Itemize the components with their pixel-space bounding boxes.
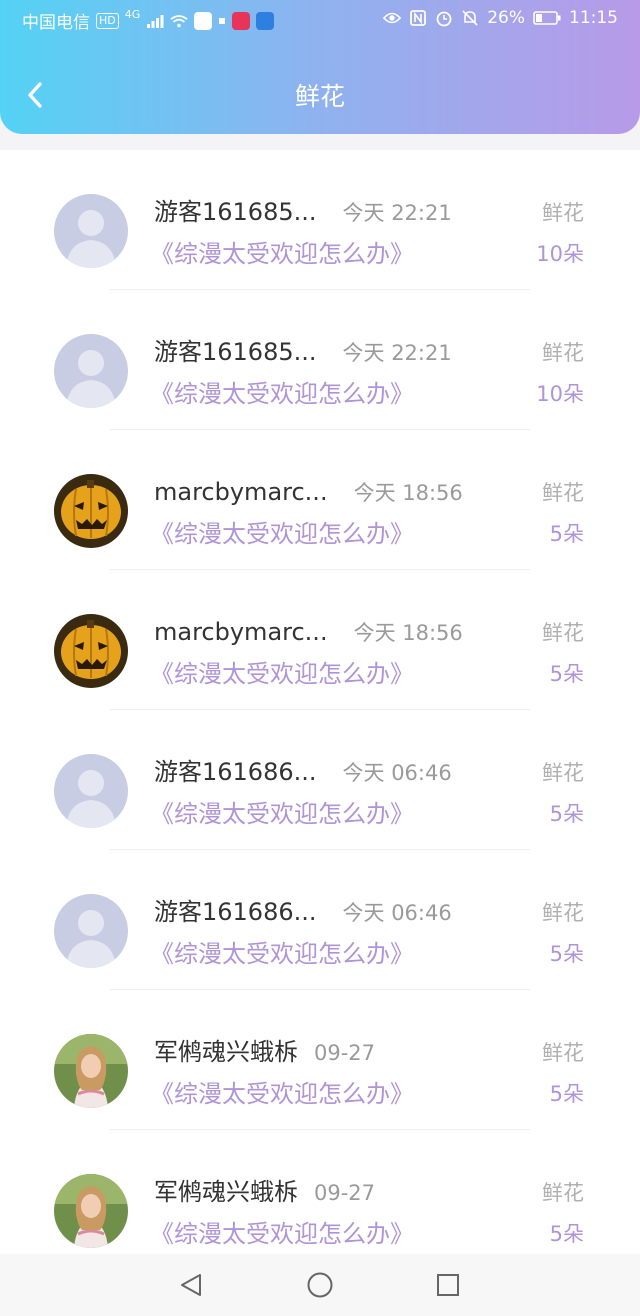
sender-name: marcbymarc... 今天 18:56 (154, 474, 463, 511)
gift-count: 10朵 (536, 382, 584, 406)
gift-count: 5朵 (549, 662, 584, 686)
gift-count: 5朵 (549, 522, 584, 546)
gift-type-label: 鲜花 (542, 481, 584, 505)
dot-icon (218, 12, 226, 30)
list-item[interactable]: 游客161685... 今天 22:21 《综漫太受欢迎怎么办》 鲜花 10朵 (0, 150, 640, 290)
system-back-button[interactable] (176, 1270, 206, 1300)
default-avatar-icon[interactable] (54, 894, 128, 968)
gift-type-label: 鲜花 (542, 201, 584, 225)
sender-name: 游客161686... 今天 06:46 (154, 754, 452, 791)
book-title-link[interactable]: 《综漫太受欢迎怎么办》 (150, 1076, 414, 1112)
book-title-link[interactable]: 《综漫太受欢迎怎么办》 (150, 796, 414, 832)
signal-icon (146, 12, 164, 30)
gift-count: 10朵 (536, 242, 584, 266)
carrier-label: 中国电信 (22, 13, 90, 33)
sender-name-text: marcbymarc... (154, 618, 328, 646)
sender-name-text: 军鸺魂兴蛾柝 (154, 1178, 298, 1206)
gift-count: 5朵 (549, 802, 584, 826)
book-title-link[interactable]: 《综漫太受欢迎怎么办》 (150, 936, 414, 972)
home-circle-icon (307, 1272, 333, 1298)
red-app-icon (232, 11, 251, 30)
send-time: 今天 18:56 (353, 481, 463, 505)
gift-type-label: 鲜花 (542, 621, 584, 645)
send-time: 今天 06:46 (342, 901, 452, 925)
book-title-link[interactable]: 《综漫太受欢迎怎么办》 (150, 376, 414, 412)
send-time: 今天 18:56 (353, 621, 463, 645)
pumpkin-avatar-icon[interactable] (54, 614, 128, 688)
sender-name-text: 军鸺魂兴蛾柝 (154, 1038, 298, 1066)
send-time: 09-27 (314, 1181, 376, 1205)
sender-name-text: 游客161685... (154, 338, 317, 366)
book-title-link[interactable]: 《综漫太受欢迎怎么办》 (150, 1216, 414, 1252)
battery-percent: 26% (487, 8, 525, 28)
gift-type-label: 鲜花 (542, 341, 584, 365)
book-title-link[interactable]: 《综漫太受欢迎怎么办》 (150, 656, 414, 692)
book-title-link[interactable]: 《综漫太受欢迎怎么办》 (150, 236, 414, 272)
sender-name: 军鸺魂兴蛾柝 09-27 (154, 1174, 375, 1211)
sender-name: 游客161685... 今天 22:21 (154, 194, 452, 231)
gift-type-label: 鲜花 (542, 901, 584, 925)
flower-record-list[interactable]: 游客161685... 今天 22:21 《综漫太受欢迎怎么办》 鲜花 10朵 游… (0, 150, 640, 1254)
eye-icon (383, 9, 402, 27)
sender-name: marcbymarc... 今天 18:56 (154, 614, 463, 651)
hd-badge: HD (96, 12, 119, 29)
sender-name-text: 游客161686... (154, 898, 317, 926)
gift-type-label: 鲜花 (542, 1041, 584, 1065)
gift-count: 5朵 (549, 1222, 584, 1246)
app-notification-icon (194, 11, 213, 30)
sender-name: 游客161685... 今天 22:21 (154, 334, 452, 371)
alarm-icon (435, 9, 453, 27)
system-navigation-bar (0, 1254, 640, 1316)
page-title: 鲜花 (294, 82, 345, 111)
gift-type-label: 鲜花 (542, 1181, 584, 1205)
sender-name: 军鸺魂兴蛾柝 09-27 (154, 1034, 375, 1071)
gift-count: 5朵 (549, 942, 584, 966)
system-home-button[interactable] (305, 1270, 335, 1300)
battery-icon (533, 9, 561, 27)
default-avatar-icon[interactable] (54, 334, 128, 408)
send-time: 今天 22:21 (342, 201, 452, 225)
photo-avatar-icon[interactable] (54, 1174, 128, 1248)
list-item[interactable]: marcbymarc... 今天 18:56 《综漫太受欢迎怎么办》 鲜花 5朵 (0, 430, 640, 570)
flag-app-icon (256, 11, 275, 30)
status-bar: 中国电信 HD 4G 26% 11:15 (0, 0, 640, 38)
sender-name-text: 游客161685... (154, 198, 317, 226)
nfc-icon (409, 9, 427, 27)
list-item[interactable]: marcbymarc... 今天 18:56 《综漫太受欢迎怎么办》 鲜花 5朵 (0, 570, 640, 710)
sender-name-text: marcbymarc... (154, 478, 328, 506)
mute-bell-icon (461, 9, 479, 27)
recents-square-icon (437, 1274, 459, 1296)
list-item[interactable]: 军鸺魂兴蛾柝 09-27 《综漫太受欢迎怎么办》 鲜花 5朵 (0, 1130, 640, 1254)
sender-name-text: 游客161686... (154, 758, 317, 786)
clock-time: 11:15 (569, 8, 618, 28)
list-item[interactable]: 军鸺魂兴蛾柝 09-27 《综漫太受欢迎怎么办》 鲜花 5朵 (0, 990, 640, 1130)
app-header: 中国电信 HD 4G 26% 11:15 鲜花 (0, 0, 640, 134)
list-item[interactable]: 游客161686... 今天 06:46 《综漫太受欢迎怎么办》 鲜花 5朵 (0, 850, 640, 990)
send-time: 今天 22:21 (342, 341, 452, 365)
pumpkin-avatar-icon[interactable] (54, 474, 128, 548)
gift-count: 5朵 (549, 1082, 584, 1106)
gift-type-label: 鲜花 (542, 761, 584, 785)
default-avatar-icon[interactable] (54, 194, 128, 268)
send-time: 09-27 (314, 1041, 376, 1065)
send-time: 今天 06:46 (342, 761, 452, 785)
list-item[interactable]: 游客161686... 今天 06:46 《综漫太受欢迎怎么办》 鲜花 5朵 (0, 710, 640, 850)
default-avatar-icon[interactable] (54, 754, 128, 828)
system-recents-button[interactable] (433, 1270, 463, 1300)
book-title-link[interactable]: 《综漫太受欢迎怎么办》 (150, 516, 414, 552)
list-item[interactable]: 游客161685... 今天 22:21 《综漫太受欢迎怎么办》 鲜花 10朵 (0, 290, 640, 430)
sender-name: 游客161686... 今天 06:46 (154, 894, 452, 931)
back-triangle-icon (181, 1274, 201, 1296)
network-type: 4G (124, 8, 141, 21)
photo-avatar-icon[interactable] (54, 1034, 128, 1108)
wifi-icon (170, 12, 188, 30)
